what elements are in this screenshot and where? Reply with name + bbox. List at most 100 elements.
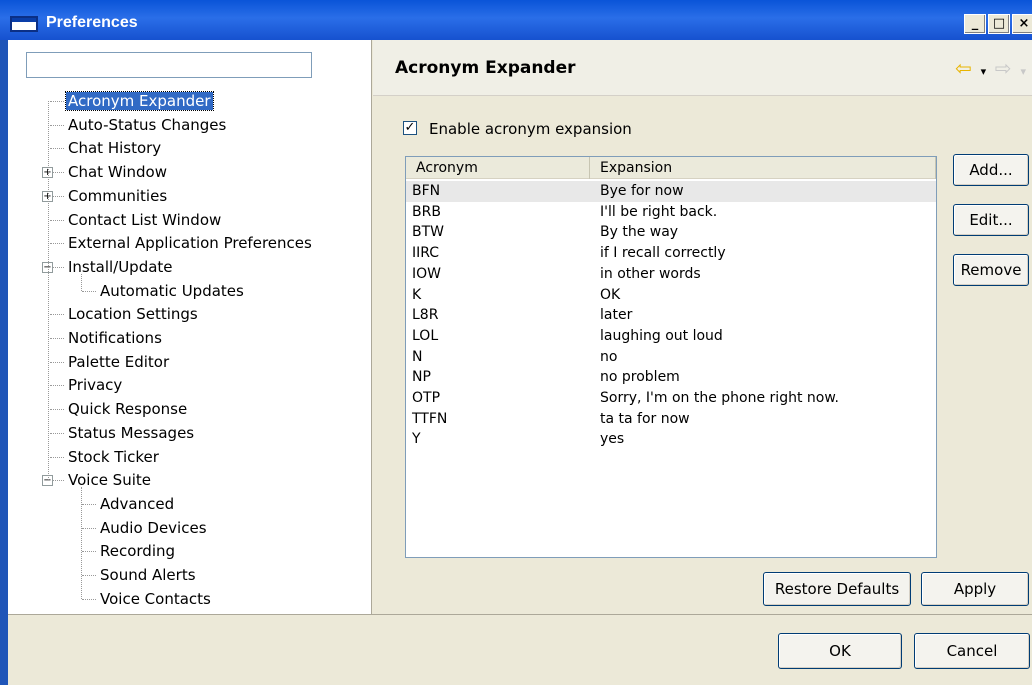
tree-item-label: Sound Alerts xyxy=(100,566,196,584)
tree-item[interactable]: Voice Suite xyxy=(66,469,153,491)
cancel-button[interactable]: Cancel xyxy=(914,633,1030,669)
tree-connector xyxy=(50,124,64,126)
tree-item[interactable]: Privacy xyxy=(66,374,124,396)
enable-acronym-checkbox[interactable]: ✓ xyxy=(403,121,417,135)
tree-item[interactable]: Chat History xyxy=(66,137,163,159)
tree-connector xyxy=(50,361,64,363)
acronym-table[interactable]: Acronym Expansion BFN Bye for now BRB I'll … xyxy=(405,156,937,558)
table-row[interactable]: Nno xyxy=(406,347,936,368)
close-button[interactable]: × xyxy=(1012,14,1032,34)
filter-input[interactable] xyxy=(26,52,312,78)
expansion-cell: By the way xyxy=(600,224,679,241)
tree-item[interactable]: Status Messages xyxy=(66,422,196,444)
tree-item[interactable]: Sound Alerts xyxy=(98,564,198,586)
restore-defaults-button[interactable]: Restore Defaults xyxy=(763,572,911,606)
forward-dropdown-icon[interactable]: ▾ xyxy=(1020,65,1026,78)
apply-button[interactable]: Apply xyxy=(921,572,1029,606)
tree-item-label: External Application Preferences xyxy=(68,234,312,253)
ok-button[interactable]: OK xyxy=(778,633,902,669)
table-row[interactable]: IOW in other words xyxy=(406,264,936,285)
table-row[interactable]: BRB I'll be right back. xyxy=(406,202,936,223)
tree-connector xyxy=(82,551,96,553)
expansion-cell: Sorry, I'm on the phone right now. xyxy=(600,390,839,406)
acronym-cell: BRB xyxy=(412,203,441,220)
acronym-cell: N xyxy=(412,348,423,365)
tree-item[interactable]: Automatic Updates xyxy=(98,280,246,302)
back-arrow-icon[interactable]: ⇦ xyxy=(955,56,972,80)
table-row[interactable]: K OK xyxy=(406,285,936,306)
minimize-button[interactable]: _ xyxy=(964,14,986,34)
tree-connector xyxy=(50,432,64,434)
tree-item-label: Status Messages xyxy=(68,423,195,442)
dialog-client-area: Acronym Expander Auto-Status Changes Chat … xyxy=(8,40,1032,685)
tree-connector xyxy=(50,338,64,339)
tree-item[interactable]: Palette Editor xyxy=(66,351,171,373)
tree-item-label: Privacy xyxy=(68,376,123,395)
table-row[interactable]: BFN Bye for now xyxy=(406,181,936,202)
tree-item[interactable]: Location Settings xyxy=(66,303,200,325)
column-header-expansion[interactable]: Expansion xyxy=(590,157,936,179)
tree-connector xyxy=(50,243,64,245)
table-row[interactable]: IIRC if I recall correctly xyxy=(406,243,936,264)
column-header-acronym[interactable]: Acronym xyxy=(406,157,590,179)
tree-item[interactable]: Auto-Status Changes xyxy=(66,114,228,136)
cancel-button-label: Cancel xyxy=(946,642,998,660)
expansion-cell: no problem xyxy=(600,369,680,386)
window-icon xyxy=(10,16,38,32)
add-button[interactable]: Add... xyxy=(953,154,1029,186)
edit-button[interactable]: Edit... xyxy=(953,204,1029,236)
tree-item[interactable]: Chat Window xyxy=(66,161,169,183)
acronym-cell: BTW xyxy=(412,224,444,241)
maximize-button[interactable]: □ xyxy=(988,14,1010,34)
tree-item[interactable]: Quick Response xyxy=(66,398,189,420)
acronym-cell: IIRC xyxy=(412,245,440,262)
table-row[interactable]: LOL laughing out loud xyxy=(406,326,936,347)
preference-page: Acronym Expander ⇦ ▾ ⇨ ▾ ✓ Enable acrony… xyxy=(373,40,1032,614)
tree-item[interactable]: Contact List Window xyxy=(66,209,223,231)
table-row[interactable]: BTW By the way xyxy=(406,222,936,243)
tree-item[interactable]: Install/Update xyxy=(66,256,175,278)
acronym-cell: LOL xyxy=(412,327,439,344)
page-title: Acronym Expander xyxy=(395,58,576,78)
tree-item[interactable]: Stock Ticker xyxy=(66,446,161,468)
tree-item[interactable]: Audio Devices xyxy=(98,517,209,539)
acronym-cell: BFN xyxy=(412,183,441,199)
tree-item[interactable]: Recording xyxy=(98,540,177,562)
table-row[interactable]: NP no problem xyxy=(406,367,936,388)
tree-item-label: Voice Suite xyxy=(68,471,151,490)
tree-item-label: Auto-Status Changes xyxy=(68,115,227,134)
acronym-cell: L8R xyxy=(412,307,439,324)
tree-item[interactable]: External Application Preferences xyxy=(66,232,314,254)
tree-connector xyxy=(82,575,96,576)
tree-item[interactable]: Advanced xyxy=(98,493,176,515)
expansion-cell: yes xyxy=(600,431,625,448)
expansion-cell: ta ta for now xyxy=(600,410,690,427)
tree-item-label: Automatic Updates xyxy=(100,281,244,300)
title-bar[interactable]: Preferences _ □ × xyxy=(0,0,1032,40)
tree-item-label: Notifications xyxy=(68,329,162,347)
back-dropdown-icon[interactable]: ▾ xyxy=(981,65,987,78)
tree-item[interactable]: Acronym Expander xyxy=(65,90,214,112)
tree-item-label: Contact List Window xyxy=(68,210,222,229)
table-row[interactable]: L8R later xyxy=(406,305,936,326)
tree-item[interactable]: Notifications xyxy=(66,327,164,349)
dialog-footer: OK Cancel xyxy=(8,614,1032,685)
remove-button[interactable]: Remove xyxy=(953,254,1029,286)
table-row[interactable]: TTFN ta ta for now xyxy=(406,409,936,430)
expansion-cell: OK xyxy=(600,286,621,303)
expansion-cell: no xyxy=(600,348,618,365)
apply-button-label: Apply xyxy=(953,580,997,598)
table-header: Acronym Expansion xyxy=(406,157,936,179)
window-title: Preferences xyxy=(46,14,138,31)
tree-connector xyxy=(52,480,64,482)
tree-item-label: Chat Window xyxy=(68,163,167,182)
forward-arrow-icon[interactable]: ⇨ xyxy=(995,56,1012,80)
table-row[interactable]: OTP Sorry, I'm on the phone right now. xyxy=(406,388,936,409)
tree-connector xyxy=(82,598,96,600)
tree-item[interactable]: Communities xyxy=(66,185,169,207)
acronym-cell: NP xyxy=(412,369,431,386)
table-row[interactable]: Yyes xyxy=(406,429,936,450)
page-navigation: ⇦ ▾ ⇨ ▾ xyxy=(951,56,1026,80)
tree-item[interactable]: Voice Contacts xyxy=(98,588,213,610)
acronym-cell: K xyxy=(412,286,422,303)
